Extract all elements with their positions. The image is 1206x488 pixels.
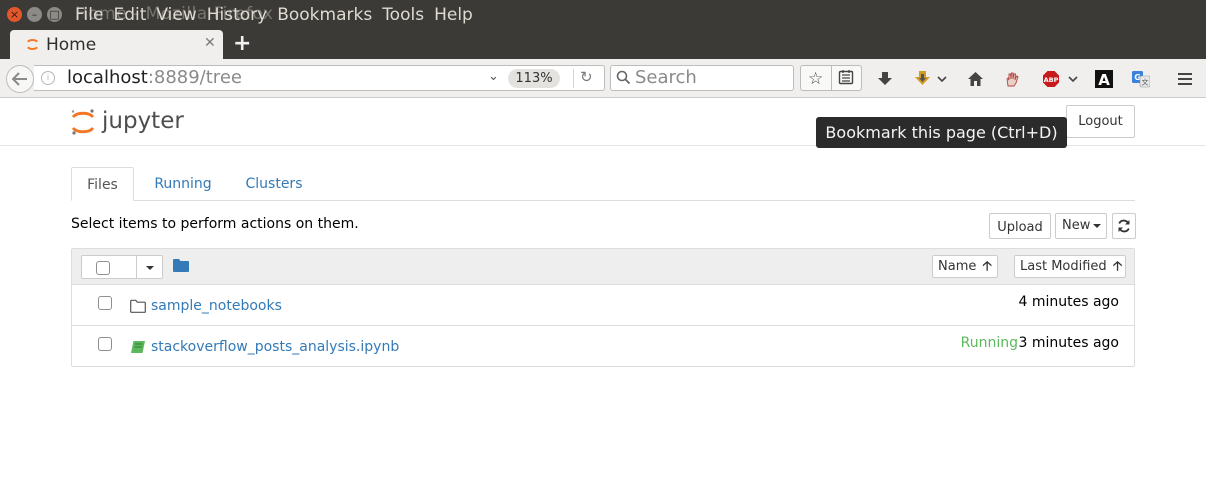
menu-tools[interactable]: Tools [382,5,424,25]
sort-by-last-modified-button[interactable]: Last Modified 🡡 [1014,255,1126,278]
back-arrow-icon [12,72,27,86]
tab-close-icon[interactable]: ✕ [204,35,216,51]
back-button[interactable] [6,65,34,93]
row-checkbox[interactable] [98,337,112,351]
jupyter-tabs: Files Running Clusters [71,167,1135,201]
list-item[interactable]: sample_notebooks 4 minutes ago [72,285,1134,326]
select-all-checkbox[interactable] [96,261,110,275]
file-modified-time: 4 minutes ago [1018,294,1119,310]
reload-icon[interactable]: ↻ [580,68,593,86]
info-icon[interactable]: i [41,71,55,85]
pocket-download-icon[interactable] [912,68,934,90]
search-bar[interactable]: Search [610,65,794,91]
url-dropdown-icon[interactable]: ⌄ [488,69,499,84]
tab-files[interactable]: Files [71,167,134,201]
upload-button[interactable]: Upload [989,213,1051,239]
url-path: :8889/tree [147,67,242,88]
menu-bookmarks[interactable]: Bookmarks [277,5,372,25]
row-checkbox[interactable] [98,296,112,310]
zoom-level-button[interactable]: 113% [508,69,560,88]
bookmark-tooltip: Bookmark this page (Ctrl+D) [816,117,1067,148]
search-placeholder: Search [635,67,697,88]
url-host: localhost [67,67,148,88]
menu-history[interactable]: History [207,5,267,25]
new-button[interactable]: New [1055,213,1107,239]
divider [573,69,574,88]
file-list-header: Name 🡡 Last Modified 🡡 [72,249,1134,285]
window-titlebar: × – □ Home - Mozilla Firefox File Edit V… [0,0,1206,30]
sort-name-label: Name [938,259,977,274]
notebook-icon [131,341,145,353]
logout-button[interactable]: Logout [1066,105,1135,138]
jupyter-favicon-icon [27,38,38,51]
file-status-running: Running [960,335,1018,351]
hand-extension-icon[interactable] [1001,68,1023,90]
tab-running[interactable]: Running [143,167,223,201]
file-name-link[interactable]: sample_notebooks [151,298,282,314]
refresh-icon [1118,219,1130,233]
select-items-message: Select items to perform actions on them. [71,216,359,232]
home-icon[interactable] [964,68,986,90]
svg-text:ABP: ABP [1044,76,1059,84]
select-all-control[interactable] [81,255,137,279]
menu-help[interactable]: Help [434,5,473,25]
translate-icon[interactable]: G文 [1130,68,1152,90]
bookmark-star-icon[interactable]: ☆ [808,69,823,89]
svg-text:文: 文 [1142,78,1149,87]
search-icon [616,70,631,85]
caret-down-icon [146,266,154,270]
arrow-up-icon: 🡡 [982,259,992,274]
menu-file[interactable]: File [75,5,103,25]
arrow-up-icon: 🡡 [1112,259,1123,274]
download-icon[interactable] [874,68,896,90]
list-item[interactable]: stackoverflow_posts_analysis.ipynb Runni… [72,326,1134,367]
url-bar[interactable]: i localhost:8889/tree ⌄ 113% ↻ [34,65,605,91]
browser-tab-strip: Home ✕ + [0,30,1206,59]
bookmark-buttons: ☆ [800,65,862,91]
new-tab-button[interactable]: + [233,31,251,56]
url-text[interactable]: localhost:8889/tree [67,67,242,88]
browser-tab-label: Home [46,35,97,55]
select-dropdown-button[interactable] [136,255,163,279]
divider [831,66,832,90]
chevron-down-icon[interactable] [935,68,949,90]
folder-icon[interactable] [173,258,189,272]
browser-tab-home[interactable]: Home ✕ [10,30,223,59]
file-list: Name 🡡 Last Modified 🡡 sample_notebooks … [71,248,1135,367]
navigation-toolbar: i localhost:8889/tree ⌄ 113% ↻ Search ☆ [0,59,1206,98]
caret-down-icon [1093,223,1102,228]
refresh-button[interactable] [1112,213,1136,239]
sort-modified-label: Last Modified [1020,259,1107,274]
folder-outline-icon [130,299,146,313]
sort-by-name-button[interactable]: Name 🡡 [932,255,998,278]
svg-text:A: A [1098,71,1110,88]
chevron-down-icon[interactable] [1066,68,1080,90]
window-minimize-button[interactable]: – [27,7,42,22]
adblock-plus-icon[interactable]: ABP [1040,68,1062,90]
font-extension-icon[interactable]: A [1093,68,1115,90]
window-maximize-button[interactable]: □ [47,7,62,22]
hamburger-menu-icon[interactable] [1174,68,1196,90]
bookmarks-list-icon[interactable] [838,69,854,86]
file-modified-time: 3 minutes ago [1018,335,1119,351]
window-close-button[interactable]: × [7,7,22,22]
jupyter-logo-text: jupyter [101,108,184,134]
menu-bar: File Edit View History Bookmarks Tools H… [75,5,483,25]
jupyter-logo[interactable]: jupyter [70,107,190,137]
file-name-link[interactable]: stackoverflow_posts_analysis.ipynb [151,339,399,355]
new-button-label: New [1062,218,1091,233]
tab-clusters[interactable]: Clusters [234,167,314,201]
menu-edit[interactable]: Edit [113,5,146,25]
menu-view[interactable]: View [156,5,196,25]
